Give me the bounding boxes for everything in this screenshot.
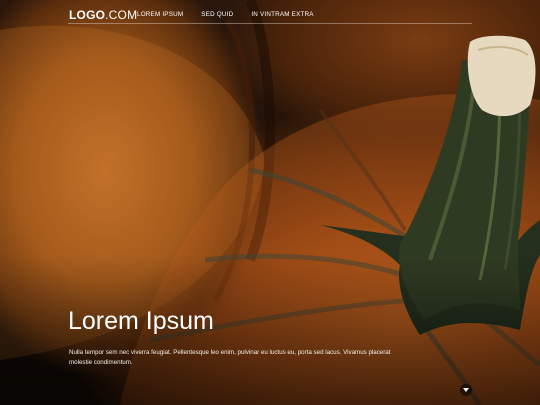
hero-title: Lorem Ipsum: [68, 307, 214, 335]
chevron-down-icon: [463, 388, 469, 392]
hero-background: [0, 0, 540, 405]
nav-item-sed-quid[interactable]: SED QUID: [201, 10, 233, 19]
nav-menu: LOREM IPSUM SED QUID IN VINTRAM EXTRA: [137, 10, 332, 19]
hero-body-text: Nulla tempor sem nec viverra feugiat. Pe…: [69, 349, 391, 366]
site-logo[interactable]: LOGO.COM: [69, 8, 137, 22]
top-navigation: LOGO.COM LOREM IPSUM SED QUID IN VINTRAM…: [0, 0, 540, 26]
scroll-down-button[interactable]: [460, 384, 472, 396]
nav-item-lorem-ipsum[interactable]: LOREM IPSUM: [137, 10, 183, 19]
nav-item-in-vintram-extra[interactable]: IN VINTRAM EXTRA: [251, 10, 313, 19]
nav-divider: [68, 23, 472, 24]
